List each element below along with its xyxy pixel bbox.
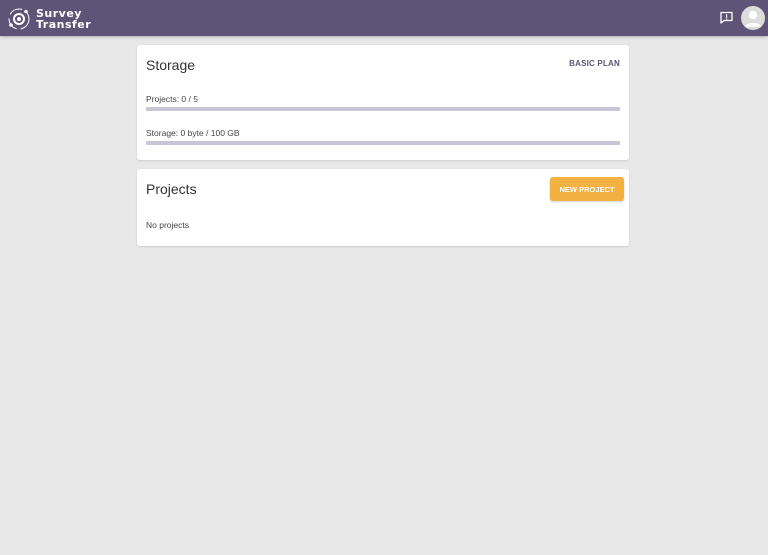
new-project-button[interactable]: NEW PROJECT [550,177,624,201]
empty-projects-message: No projects [146,220,189,230]
storage-title: Storage [146,57,196,73]
person-silhouette-icon [745,10,761,27]
logo-wordmark: Survey Transfer [36,8,91,30]
logo-line-2: Transfer [36,17,92,31]
projects-quota-bar [146,107,620,111]
feedback-icon[interactable] [719,10,734,25]
user-avatar-icon[interactable] [741,6,765,30]
projects-quota-label: Projects: 0 / 5 [146,94,198,104]
storage-quota-label: Storage: 0 byte / 100 GB [146,128,240,138]
storage-quota-bar [146,141,620,145]
storage-card: Storage BASIC PLAN Projects: 0 / 5 Stora… [137,45,629,160]
basic-plan-link[interactable]: BASIC PLAN [569,59,620,68]
projects-title: Projects [146,181,197,197]
app-logo[interactable]: Survey Transfer [6,5,91,32]
top-app-bar: Survey Transfer [0,0,768,36]
projects-card: Projects NEW PROJECT No projects [137,169,629,246]
logo-line-1: Survey [36,6,82,20]
orbit-logo-icon [8,8,30,29]
